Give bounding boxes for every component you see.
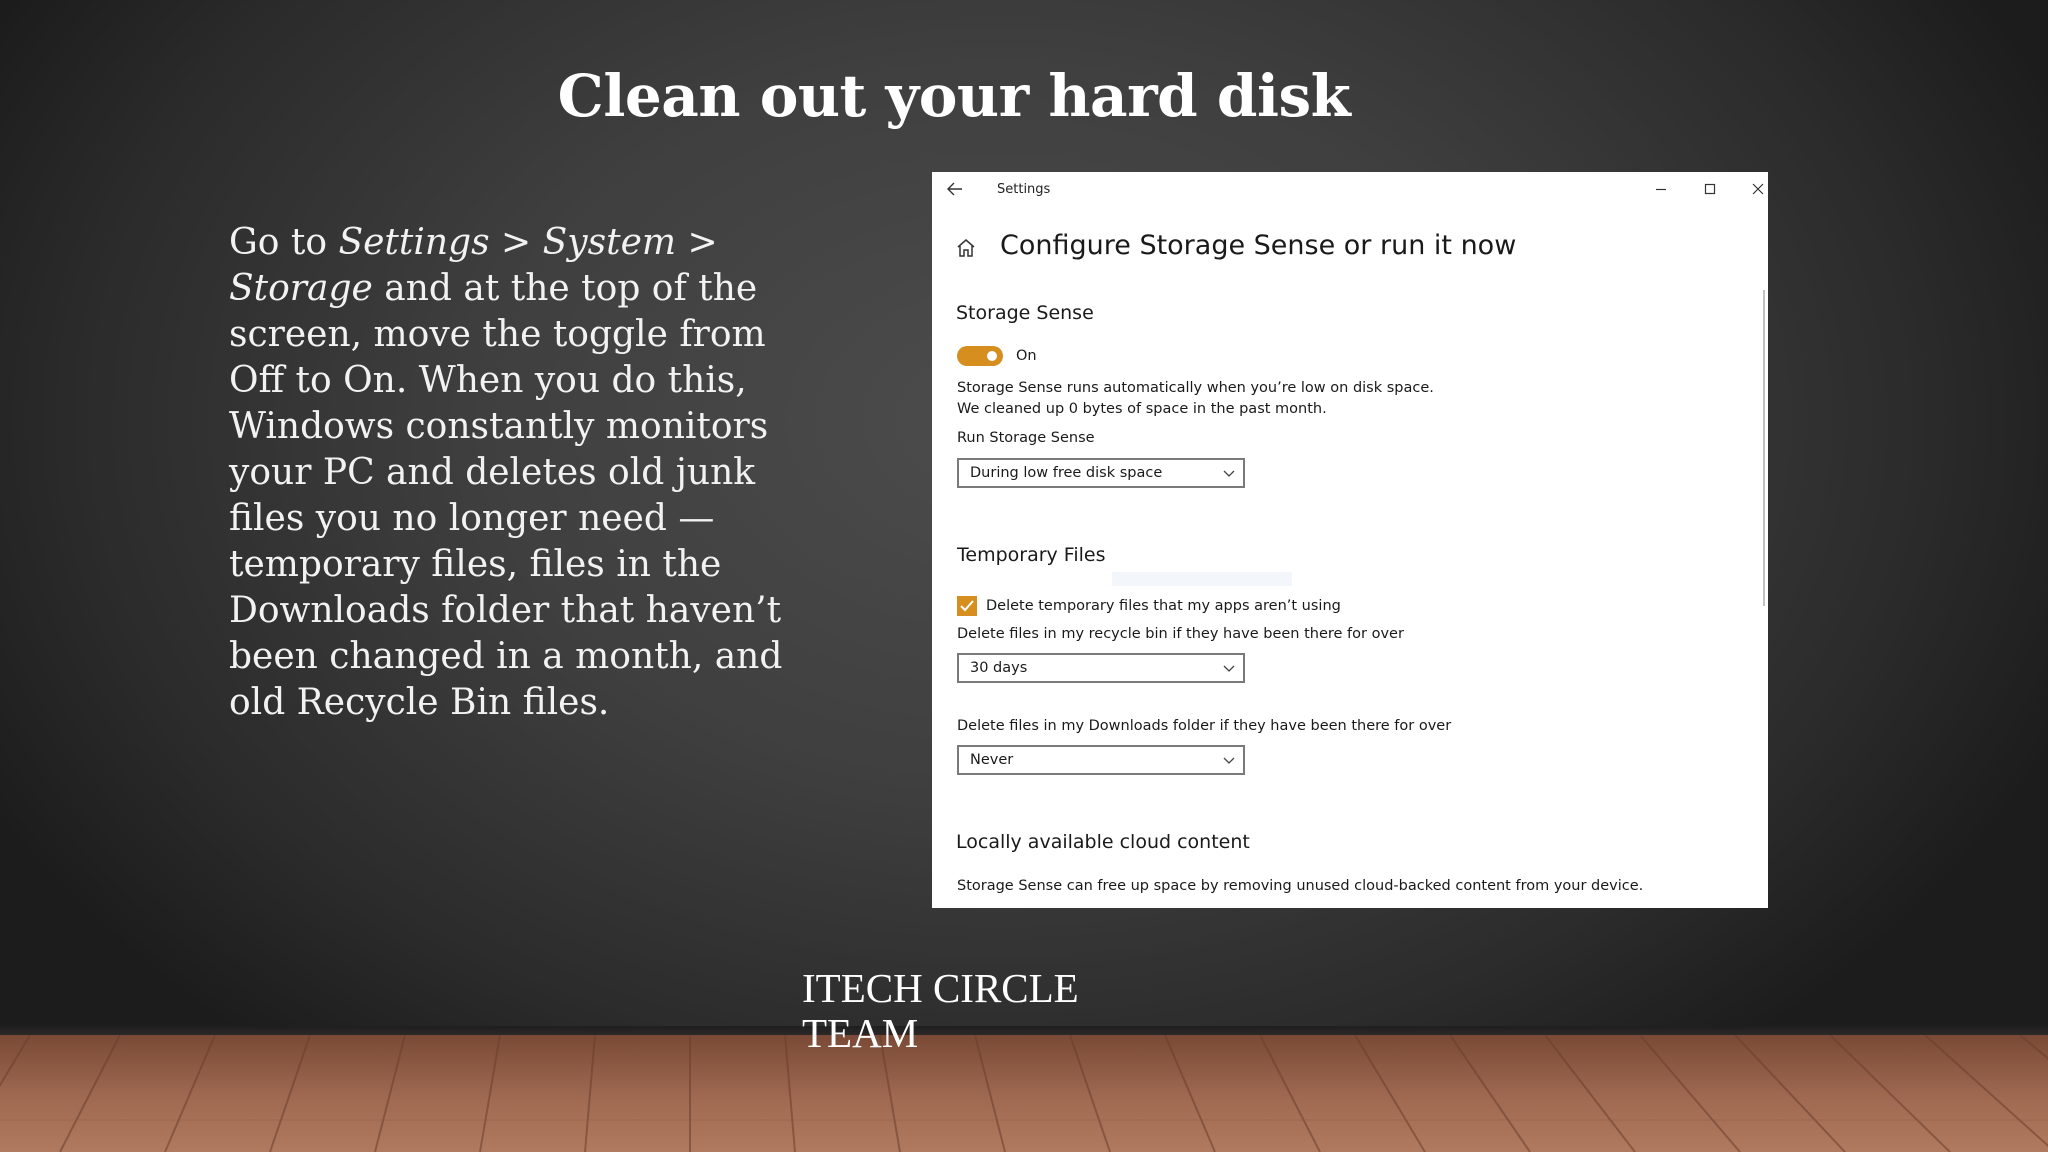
home-button[interactable]: [956, 238, 976, 262]
storage-sense-toggle[interactable]: [957, 346, 1003, 366]
checkmark-icon: [960, 600, 974, 612]
back-button[interactable]: [940, 177, 970, 201]
recycle-bin-label: Delete files in my recycle bin if they h…: [957, 626, 1404, 642]
cloud-content-section-title: Locally available cloud content: [956, 831, 1250, 853]
chevron-down-icon: [1223, 757, 1235, 764]
team-line-1: ITECH CIRCLE: [802, 965, 1079, 1011]
storage-sense-section-title: Storage Sense: [956, 302, 1094, 324]
temporary-files-section-title: Temporary Files: [957, 544, 1106, 566]
team-line-2: TEAM: [802, 1010, 919, 1056]
team-credit: ITECH CIRCLE TEAM: [802, 966, 1142, 1056]
body-text-intro: Go to: [229, 222, 339, 263]
window-title: Settings: [997, 182, 1051, 197]
cloud-content-description: Storage Sense can free up space by remov…: [957, 878, 1644, 894]
downloads-dropdown[interactable]: Never: [957, 745, 1245, 775]
minimize-icon: [1656, 188, 1666, 191]
scrollbar[interactable]: [1763, 290, 1765, 606]
faded-overlay-artifact: [1112, 572, 1292, 586]
close-icon: [1752, 183, 1764, 195]
dropdown-value: 30 days: [970, 660, 1028, 676]
maximize-button[interactable]: [1695, 177, 1725, 201]
toggle-label: On: [1016, 348, 1037, 364]
dropdown-value: During low free disk space: [970, 465, 1163, 481]
body-text-rest: and at the top of the screen, move the t…: [229, 268, 783, 723]
delete-temp-files-label: Delete temporary files that my apps aren…: [986, 598, 1341, 614]
storage-sense-description-line2: We cleaned up 0 bytes of space in the pa…: [957, 401, 1327, 417]
storage-sense-description-line1: Storage Sense runs automatically when yo…: [957, 380, 1434, 396]
delete-temp-files-checkbox[interactable]: [957, 596, 977, 616]
toggle-knob: [987, 351, 997, 361]
slide-body-text: Go to Settings > System > Storage and at…: [229, 220, 789, 726]
home-icon: [957, 239, 975, 257]
run-storage-sense-label: Run Storage Sense: [957, 430, 1095, 446]
run-storage-sense-dropdown[interactable]: During low free disk space: [957, 458, 1245, 488]
minimize-button[interactable]: [1646, 177, 1676, 201]
maximize-icon: [1704, 183, 1716, 195]
page-heading: Configure Storage Sense or run it now: [1000, 230, 1517, 261]
chevron-down-icon: [1223, 665, 1235, 672]
downloads-label: Delete files in my Downloads folder if t…: [957, 718, 1452, 734]
chevron-down-icon: [1223, 470, 1235, 477]
slide-title: Clean out your hard disk: [557, 62, 1351, 130]
close-button[interactable]: [1743, 177, 1768, 201]
back-arrow-icon: [947, 182, 962, 196]
settings-window-screenshot: Settings Configure Storage Sense or run …: [932, 172, 1768, 908]
dropdown-value: Never: [970, 752, 1014, 768]
recycle-bin-dropdown[interactable]: 30 days: [957, 653, 1245, 683]
